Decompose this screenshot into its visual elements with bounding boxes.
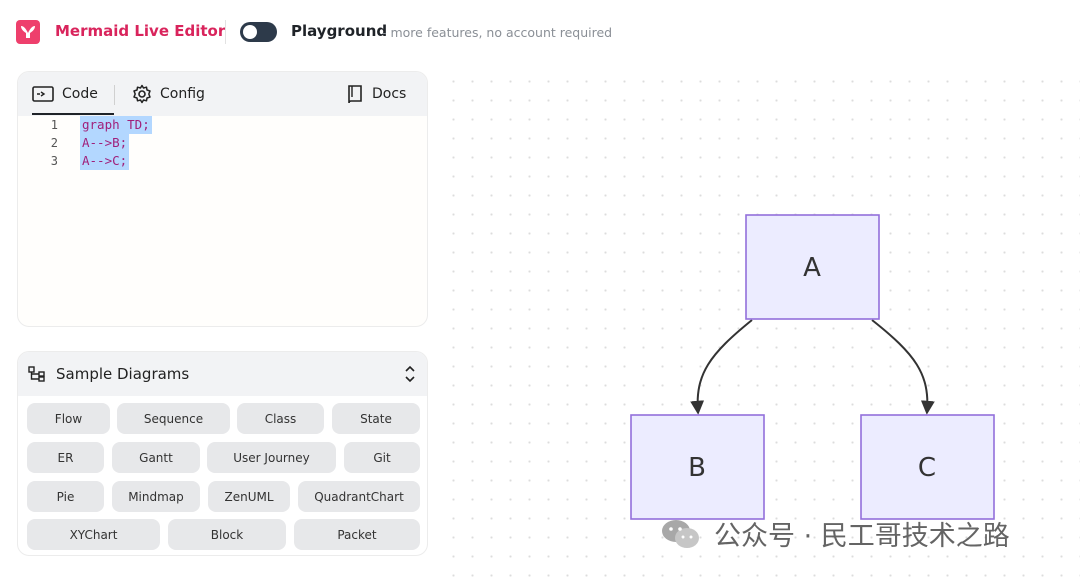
sample-mindmap[interactable]: Mindmap	[112, 481, 200, 512]
sample-packet[interactable]: Packet	[294, 519, 420, 550]
editor-tabbar: Code Config Docs	[18, 72, 427, 116]
tab-docs[interactable]: Docs	[346, 72, 406, 116]
edge-a-c	[871, 319, 935, 415]
edge-a-b	[690, 319, 753, 415]
tab-code[interactable]: Code	[32, 72, 114, 116]
line-number: 3	[50, 154, 58, 168]
code-line[interactable]: 1 graph TD;	[18, 116, 427, 134]
code-text[interactable]: A-->B;	[80, 134, 130, 152]
code-line[interactable]: 3 A-->C;	[18, 152, 427, 170]
code-text[interactable]: A-->C;	[80, 152, 130, 170]
tab-config-label: Config	[160, 86, 205, 102]
flowchart-diagram: A B C	[630, 214, 995, 520]
sample-xychart[interactable]: XYChart	[27, 519, 160, 550]
tab-docs-label: Docs	[372, 86, 407, 102]
sample-quadrantchart[interactable]: QuadrantChart	[298, 481, 420, 512]
mermaid-logo-icon[interactable]	[16, 20, 40, 44]
diagram-icon	[28, 366, 45, 382]
sample-diagrams-panel: Sample Diagrams Flow Sequence Class Stat…	[17, 351, 428, 556]
app-title[interactable]: Mermaid Live Editor	[55, 22, 225, 40]
gear-icon	[133, 84, 151, 104]
tab-config[interactable]: Config	[132, 72, 205, 116]
code-line[interactable]: 2 A-->B;	[18, 134, 427, 152]
playground-subtitle: - more features, no account required	[382, 25, 613, 40]
wechat-icon	[662, 519, 699, 548]
node-c-label: C	[918, 453, 936, 483]
sample-sequence[interactable]: Sequence	[117, 403, 230, 434]
line-number: 2	[50, 136, 58, 150]
node-c[interactable]: C	[860, 414, 995, 520]
line-number: 1	[50, 118, 58, 132]
collapse-chevron-icon[interactable]	[403, 365, 417, 383]
code-icon	[32, 86, 54, 102]
sample-state[interactable]: State	[332, 403, 420, 434]
header-divider	[225, 20, 226, 44]
editor-panel: Code Config Docs 1 graph TD; 2 A-->B; 3 …	[17, 71, 428, 327]
watermark: 公众号 · 民工哥技术之路	[660, 514, 1010, 553]
tab-code-label: Code	[62, 86, 98, 102]
watermark-text: 公众号 · 民工哥技术之路	[714, 521, 1010, 552]
code-editor[interactable]: 1 graph TD; 2 A-->B; 3 A-->C;	[18, 116, 427, 326]
sample-class[interactable]: Class	[237, 403, 324, 434]
sample-user-journey[interactable]: User Journey	[207, 442, 336, 473]
code-text[interactable]: graph TD;	[80, 116, 152, 134]
tab-separator	[114, 85, 115, 105]
node-b-label: B	[688, 453, 706, 483]
diagram-canvas[interactable]: A B C	[440, 64, 1080, 577]
book-icon	[348, 85, 362, 104]
sample-flow[interactable]: Flow	[27, 403, 110, 434]
sample-gantt[interactable]: Gantt	[112, 442, 200, 473]
sample-diagrams-header[interactable]: Sample Diagrams	[18, 352, 427, 396]
sample-block[interactable]: Block	[168, 519, 286, 550]
node-a-label: A	[803, 253, 821, 283]
node-a[interactable]: A	[745, 214, 880, 320]
playground-toggle[interactable]	[240, 22, 277, 42]
playground-label: Playground	[291, 22, 388, 40]
sample-pie[interactable]: Pie	[27, 481, 104, 512]
sample-zenuml[interactable]: ZenUML	[208, 481, 290, 512]
sample-er[interactable]: ER	[27, 442, 104, 473]
sample-diagrams-title: Sample Diagrams	[56, 365, 190, 383]
app-header: Mermaid Live Editor Playground - more fe…	[0, 0, 1080, 64]
toggle-knob	[243, 25, 257, 39]
node-b[interactable]: B	[630, 414, 765, 520]
sample-git[interactable]: Git	[344, 442, 420, 473]
